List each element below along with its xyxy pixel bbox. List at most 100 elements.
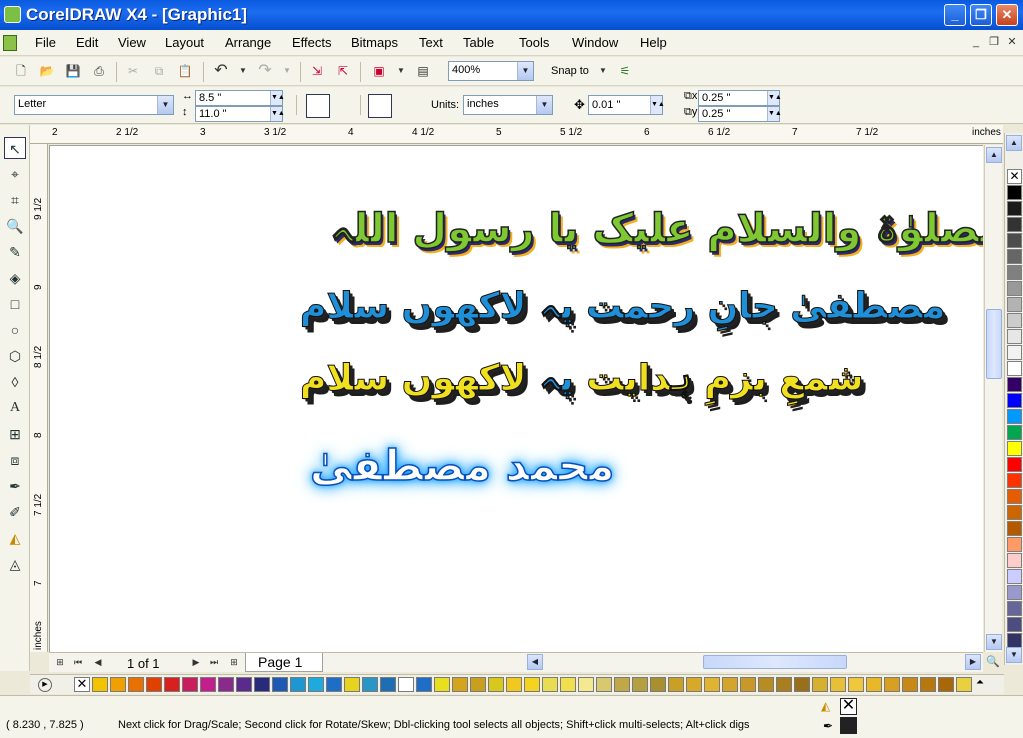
new-icon[interactable]: 🗋 <box>12 63 30 79</box>
color-swatch[interactable] <box>1007 313 1022 328</box>
menu-file[interactable]: File <box>35 35 56 50</box>
color-swatch[interactable] <box>1007 201 1022 216</box>
color-swatch[interactable] <box>1007 425 1022 440</box>
color-swatch[interactable] <box>1007 361 1022 376</box>
vertical-scroll-thumb[interactable] <box>986 309 1002 379</box>
menu-view[interactable]: View <box>118 35 146 50</box>
landscape-button[interactable] <box>333 94 357 118</box>
color-swatch[interactable] <box>848 677 864 692</box>
undo-dropdown-icon[interactable]: ▼ <box>234 63 252 79</box>
color-swatch[interactable] <box>704 677 720 692</box>
copy-icon[interactable]: ⧉ <box>150 63 168 79</box>
pick-tool-icon[interactable]: ↖ <box>4 137 26 159</box>
color-swatch[interactable] <box>308 677 324 692</box>
redo-icon[interactable]: ↷ <box>256 63 274 79</box>
color-swatch[interactable] <box>542 677 558 692</box>
doc-close-button[interactable]: ✕ <box>1004 34 1020 50</box>
paste-icon[interactable]: 📋 <box>176 63 194 79</box>
menu-arrange[interactable]: Arrange <box>225 35 271 50</box>
menu-edit[interactable]: Edit <box>76 35 98 50</box>
portrait-button[interactable] <box>306 94 330 118</box>
color-swatch[interactable] <box>470 677 486 692</box>
color-swatch[interactable] <box>1007 345 1022 360</box>
color-swatch[interactable] <box>1007 281 1022 296</box>
no-color-swatch-icon[interactable]: ✕ <box>74 677 90 692</box>
ellipse-tool-icon[interactable]: ○ <box>4 319 26 341</box>
previous-page-icon[interactable]: ◀ <box>91 655 105 669</box>
menu-help[interactable]: Help <box>640 35 667 50</box>
scroll-up-icon[interactable]: ▲ <box>986 147 1002 163</box>
menu-text[interactable]: Text <box>419 35 443 50</box>
color-swatch[interactable] <box>182 677 198 692</box>
color-swatch[interactable] <box>164 677 180 692</box>
doc-restore-button[interactable]: ❐ <box>986 34 1002 50</box>
palette-menu-icon[interactable]: ⏶ <box>976 677 984 688</box>
color-swatch[interactable] <box>1007 505 1022 520</box>
calligraphy-line-1[interactable]: الصلوٰۃ والسلام علیک یا رسول اللہ <box>329 205 983 253</box>
color-swatch[interactable] <box>1007 185 1022 200</box>
duplicate-y-field[interactable]: 0.25 " ▼▲ <box>698 106 782 122</box>
menu-window[interactable]: Window <box>572 35 618 50</box>
color-swatch[interactable] <box>1007 249 1022 264</box>
spin-arrows-icon[interactable]: ▼▲ <box>767 107 782 121</box>
drawing-canvas[interactable]: الصلوٰۃ والسلام علیک یا رسول اللہ مصطفیٰ… <box>49 145 983 652</box>
scroll-down-icon[interactable]: ▼ <box>986 634 1002 650</box>
page-height-field[interactable]: 11.0 " ▼▲ <box>195 106 285 122</box>
vertical-scrollbar[interactable]: ▲ ▼ <box>984 145 1002 652</box>
document-icon[interactable] <box>3 35 17 51</box>
options-icon[interactable]: ⚟ <box>616 63 634 79</box>
color-swatch[interactable] <box>128 677 144 692</box>
all-pages-button[interactable] <box>368 94 392 118</box>
color-swatch[interactable] <box>578 677 594 692</box>
calligraphy-line-3[interactable]: شمعِ بزمِ ہدایت پہ لاکھوں سلام <box>299 358 864 400</box>
color-swatch[interactable] <box>524 677 540 692</box>
palette-scroll-up-icon[interactable]: ▲ <box>1006 135 1022 151</box>
menu-layout[interactable]: Layout <box>165 35 204 50</box>
first-page-icon[interactable]: ⏮ <box>71 655 85 669</box>
color-swatch[interactable] <box>1007 377 1022 392</box>
color-swatch[interactable] <box>686 677 702 692</box>
color-swatch[interactable] <box>380 677 396 692</box>
fill-tool-icon[interactable]: ◭ <box>4 527 26 549</box>
paper-type-combo[interactable]: Letter ▼ <box>14 95 174 115</box>
zoom-tool-icon[interactable]: 🔍 <box>4 215 26 237</box>
outline-color-swatch[interactable] <box>840 717 857 734</box>
color-swatch[interactable] <box>1007 537 1022 552</box>
doc-minimize-button[interactable]: _ <box>968 34 984 50</box>
color-swatch[interactable] <box>434 677 450 692</box>
color-swatch[interactable] <box>1007 553 1022 568</box>
color-swatch[interactable] <box>1007 617 1022 632</box>
scroll-left-icon[interactable]: ◀ <box>527 654 543 670</box>
color-swatch[interactable] <box>650 677 666 692</box>
color-swatch[interactable] <box>110 677 126 692</box>
page-width-field[interactable]: 8.5 " ▼▲ <box>195 90 285 106</box>
horizontal-scroll-thumb[interactable] <box>703 655 847 669</box>
color-swatch[interactable] <box>1007 601 1022 616</box>
units-combo[interactable]: inches ▼ <box>463 95 553 115</box>
menu-tools[interactable]: Tools <box>519 35 549 50</box>
vertical-ruler[interactable]: 9 1/2 9 8 1/2 8 7 1/2 7 inches <box>30 144 48 652</box>
color-swatch[interactable] <box>560 677 576 692</box>
spin-arrows-icon[interactable]: ▼▲ <box>650 96 665 114</box>
menu-table[interactable]: Table <box>463 35 494 50</box>
color-swatch[interactable] <box>794 677 810 692</box>
welcome-screen-icon[interactable]: ▤ <box>414 63 432 79</box>
color-swatch[interactable] <box>146 677 162 692</box>
no-color-swatch-icon[interactable]: ✕ <box>1007 169 1022 184</box>
color-swatch[interactable] <box>92 677 108 692</box>
color-swatch[interactable] <box>218 677 234 692</box>
next-page-icon[interactable]: ▶ <box>189 655 203 669</box>
color-swatch[interactable] <box>1007 457 1022 472</box>
color-swatch[interactable] <box>884 677 900 692</box>
color-swatch[interactable] <box>1007 329 1022 344</box>
outline-tool-icon[interactable]: ✐ <box>4 501 26 523</box>
color-swatch[interactable] <box>272 677 288 692</box>
color-swatch[interactable] <box>1007 393 1022 408</box>
shape-tool-icon[interactable]: ⌖ <box>4 163 26 185</box>
save-icon[interactable]: 💾 <box>64 63 82 79</box>
color-swatch[interactable] <box>596 677 612 692</box>
color-swatch[interactable] <box>344 677 360 692</box>
eyedropper-tool-icon[interactable]: ✒ <box>4 475 26 497</box>
scroll-right-icon[interactable]: ▶ <box>965 654 981 670</box>
color-swatch[interactable] <box>416 677 432 692</box>
